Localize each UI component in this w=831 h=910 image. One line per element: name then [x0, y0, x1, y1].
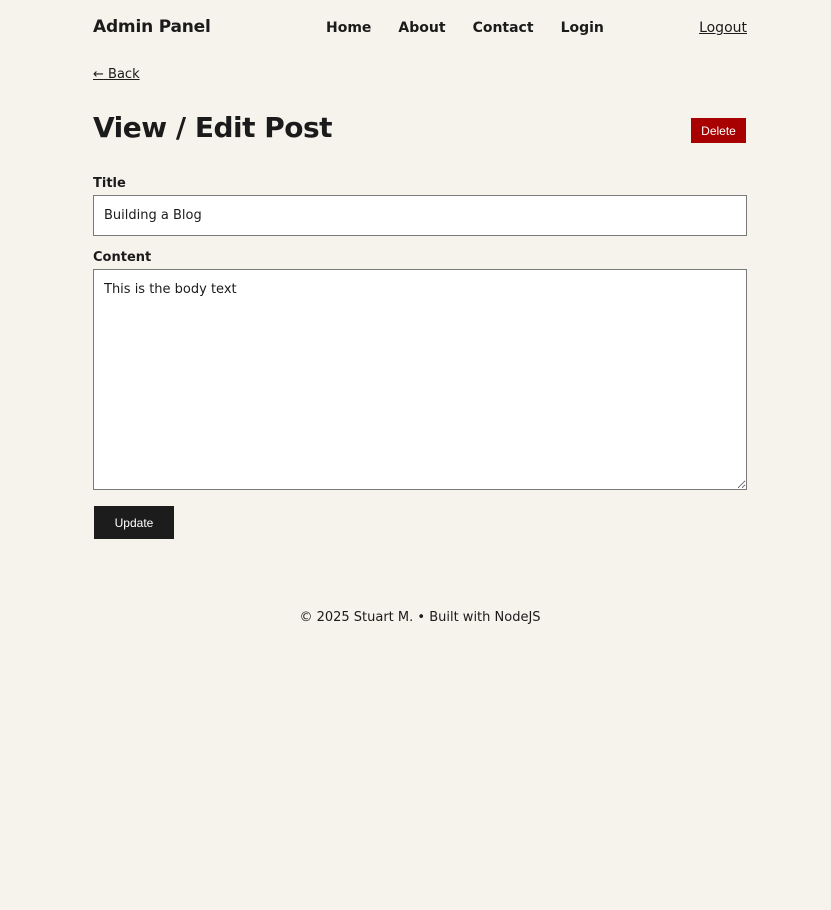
- nav-home[interactable]: Home: [326, 20, 371, 36]
- update-button[interactable]: Update: [94, 506, 174, 539]
- main-nav: Home About Contact Login: [326, 20, 631, 36]
- content-label: Content: [93, 250, 152, 265]
- content-textarea[interactable]: This is the body text: [93, 269, 747, 490]
- page-container: Admin Panel Home About Contact Login Log…: [93, 0, 747, 625]
- nav-about[interactable]: About: [398, 20, 445, 36]
- title-input[interactable]: [93, 195, 747, 236]
- back-link-label: Back: [108, 67, 140, 82]
- site-footer: © 2025 Stuart M. • Built with NodeJS: [299, 610, 541, 625]
- nav-contact[interactable]: Contact: [473, 20, 534, 36]
- delete-button[interactable]: Delete: [691, 118, 746, 143]
- brand-title[interactable]: Admin Panel: [93, 17, 211, 37]
- site-header: Admin Panel Home About Contact Login Log…: [93, 0, 747, 56]
- nav-login[interactable]: Login: [561, 20, 604, 36]
- back-arrow-icon: ←: [93, 67, 104, 82]
- logout-link[interactable]: Logout: [699, 20, 747, 36]
- title-label: Title: [93, 176, 126, 191]
- back-link[interactable]: ← Back: [93, 67, 140, 82]
- page-title: View / Edit Post: [93, 111, 333, 144]
